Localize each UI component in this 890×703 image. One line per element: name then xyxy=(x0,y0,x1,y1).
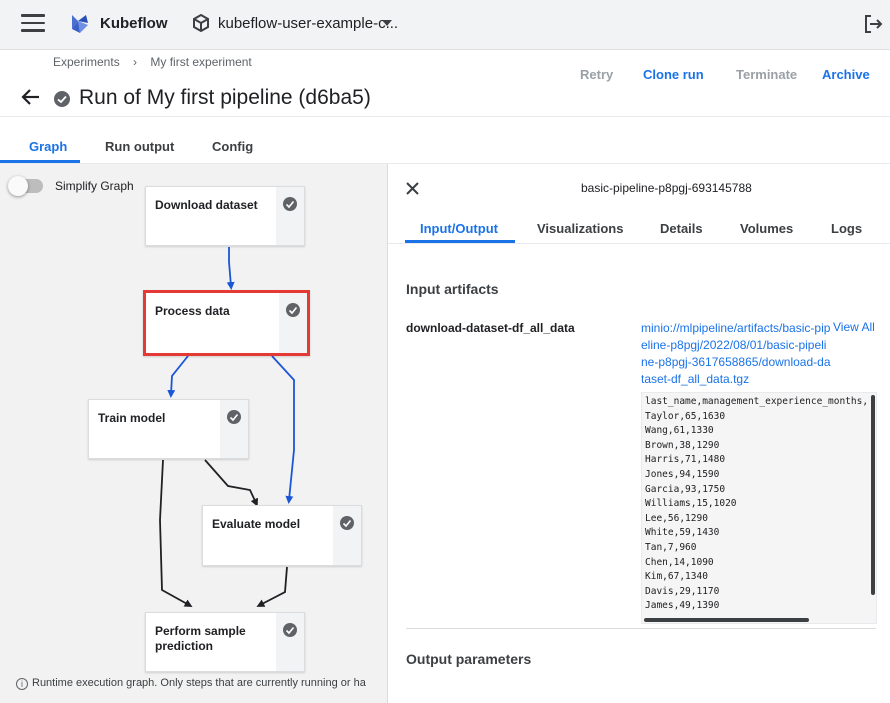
kubeflow-logo-icon xyxy=(72,15,88,33)
page-title: Run of My first pipeline (d6ba5) xyxy=(79,86,371,109)
node-label: Train model xyxy=(98,411,166,425)
section-divider xyxy=(406,628,876,629)
node-status xyxy=(276,613,304,671)
panel-title: basic-pipeline-p8pgj-693145788 xyxy=(581,181,752,195)
clone-run-button[interactable]: Clone run xyxy=(643,67,704,82)
namespace-selector[interactable]: kubeflow-user-example-c... xyxy=(218,15,398,32)
preview-line: Harris,71,1480 xyxy=(645,454,726,466)
vertical-scrollbar[interactable] xyxy=(871,395,875,595)
close-icon[interactable] xyxy=(405,181,420,196)
terminate-button[interactable]: Terminate xyxy=(736,67,797,82)
check-circle-icon xyxy=(227,410,241,424)
check-circle-icon xyxy=(283,197,297,211)
retry-button[interactable]: Retry xyxy=(580,67,613,82)
artifact-preview[interactable]: last_name,management_experience_months, T… xyxy=(641,392,877,624)
view-all-link[interactable]: View All xyxy=(833,320,875,334)
logout-icon[interactable] xyxy=(862,13,884,35)
status-check-icon xyxy=(54,91,70,107)
preview-line: Taylor,65,1630 xyxy=(645,410,726,422)
node-status xyxy=(333,506,361,565)
brand-name: Kubeflow xyxy=(100,15,168,32)
node-label: Evaluate model xyxy=(212,517,301,531)
info-icon: i xyxy=(16,678,28,690)
preview-line: White,59,1430 xyxy=(645,527,720,539)
node-download-dataset[interactable]: Download dataset xyxy=(145,186,305,246)
input-artifacts-heading: Input artifacts xyxy=(406,281,499,297)
node-label-line2: prediction xyxy=(155,639,214,653)
check-circle-icon xyxy=(283,623,297,637)
tab-volumes[interactable]: Volumes xyxy=(740,221,793,236)
preview-line: Jones,94,1590 xyxy=(645,468,720,480)
preview-line: Wang,61,1330 xyxy=(645,425,714,437)
node-status xyxy=(276,187,304,245)
node-label: Perform sample prediction xyxy=(155,624,246,654)
graph-footnote: i Runtime execution graph. Only steps tha… xyxy=(16,677,386,690)
preview-line: James,49,1390 xyxy=(645,600,720,612)
top-bar: Kubeflow kubeflow-user-example-c... xyxy=(0,0,890,50)
tab-config[interactable]: Config xyxy=(212,139,253,154)
simplify-graph-label: Simplify Graph xyxy=(55,179,134,193)
tab-run-output[interactable]: Run output xyxy=(105,139,174,154)
artifact-preview-text: last_name,management_experience_months, T… xyxy=(645,395,868,614)
artifact-name: download-dataset-df_all_data xyxy=(406,321,575,335)
simplify-graph-toggle[interactable] xyxy=(8,176,43,196)
node-train-model[interactable]: Train model xyxy=(88,399,249,459)
node-label: Download dataset xyxy=(155,198,258,212)
preview-line: Davis,29,1170 xyxy=(645,585,720,597)
breadcrumb-separator: › xyxy=(133,55,138,69)
node-label: Process data xyxy=(155,304,230,318)
graph-footnote-text: Runtime execution graph. Only steps that… xyxy=(32,677,366,689)
menu-icon[interactable] xyxy=(21,14,45,34)
tab-details[interactable]: Details xyxy=(660,221,703,236)
breadcrumb-experiments[interactable]: Experiments xyxy=(53,55,120,69)
preview-line: Kim,67,1340 xyxy=(645,571,708,583)
archive-button[interactable]: Archive xyxy=(822,67,870,82)
tab-visualizations[interactable]: Visualizations xyxy=(537,221,623,236)
preview-line: last_name,management_experience_months, xyxy=(645,396,869,407)
node-process-data[interactable]: Process data xyxy=(143,290,310,356)
breadcrumb: Experiments › My first experiment xyxy=(53,55,262,69)
check-circle-icon xyxy=(340,516,354,530)
namespace-cube-icon[interactable] xyxy=(192,14,210,32)
panel-tabs-divider xyxy=(388,243,890,244)
preview-line: Garcia,93,1750 xyxy=(645,483,726,495)
output-parameters-heading: Output parameters xyxy=(406,651,532,667)
node-label-line1: Perform sample xyxy=(155,624,246,638)
node-perform-sample-prediction[interactable]: Perform sample prediction xyxy=(145,612,305,672)
header-divider xyxy=(0,116,890,117)
tab-graph[interactable]: Graph xyxy=(29,139,67,154)
preview-line: Lee,56,1290 xyxy=(645,512,708,524)
artifact-link[interactable]: minio://mlpipeline/artifacts/basic-pipel… xyxy=(641,320,831,388)
node-status xyxy=(220,400,248,458)
node-evaluate-model[interactable]: Evaluate model xyxy=(202,505,362,566)
preview-line: Williams,15,1020 xyxy=(645,498,737,510)
preview-line: Tan,7,960 xyxy=(645,541,697,553)
horizontal-scrollbar[interactable] xyxy=(644,618,809,622)
chevron-down-icon[interactable] xyxy=(382,20,392,26)
tab-input-output[interactable]: Input/Output xyxy=(420,221,498,236)
breadcrumb-experiment[interactable]: My first experiment xyxy=(150,55,251,69)
preview-line: Chen,14,1090 xyxy=(645,556,714,568)
check-circle-icon xyxy=(286,303,300,317)
back-arrow-icon[interactable] xyxy=(20,86,42,108)
tab-logs[interactable]: Logs xyxy=(831,221,862,236)
node-status xyxy=(279,293,307,353)
preview-line: Brown,38,1290 xyxy=(645,439,720,451)
